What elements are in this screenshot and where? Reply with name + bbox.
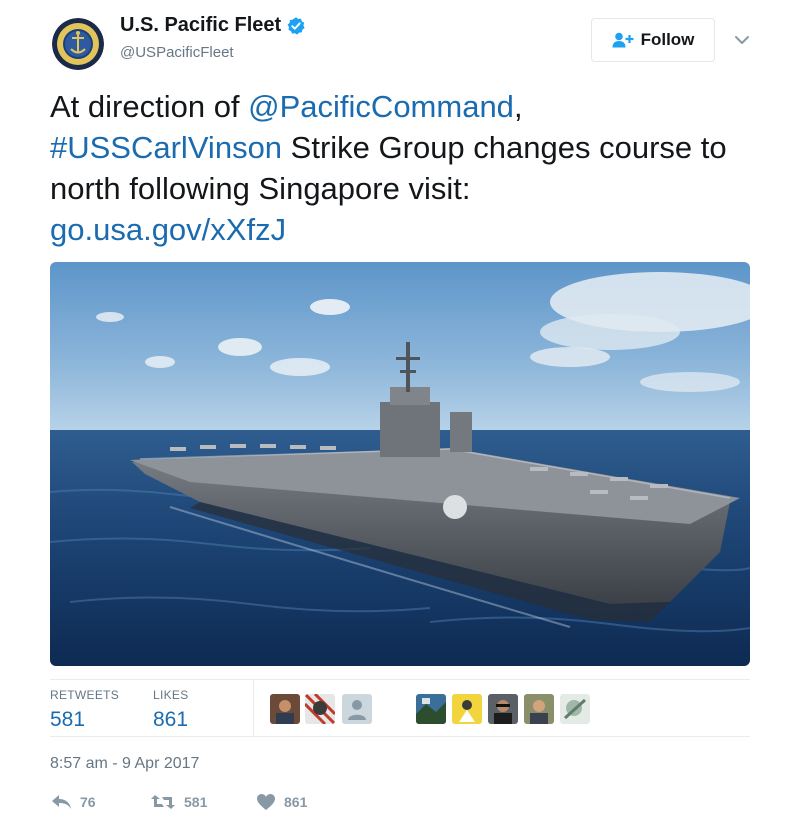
retweet-button[interactable]: 581 [150,793,207,811]
user-avatar-icon [524,694,554,724]
liker-avatar[interactable] [270,694,300,724]
user-avatar-icon [488,694,518,724]
account-handle[interactable]: @USPacificFleet [120,44,234,61]
user-avatar-icon [560,694,590,724]
tweet-text: At direction of @PacificCommand, #USSCarl… [50,86,750,250]
heart-icon [257,794,275,810]
tweet-photo[interactable] [50,262,750,666]
retweets-label: RETWEETS [50,688,120,702]
liker-avatar[interactable] [305,694,335,724]
liker-avatar[interactable] [524,694,554,724]
liker-avatar[interactable] [560,694,590,724]
tweet-actions: 76 581 861 [50,793,750,819]
tweet-text-comma: , [513,89,523,124]
navy-seal-icon [52,18,104,70]
likes-stat[interactable]: LIKES 861 [153,688,189,732]
reply-icon [52,795,71,809]
like-count: 861 [284,794,308,810]
follow-button[interactable]: Follow [591,18,715,62]
reply-button[interactable]: 76 [50,793,96,811]
mention-link[interactable]: @PacificCommand [248,89,514,124]
user-avatar-icon [416,694,446,724]
tweet-text-prefix: At direction of [50,89,249,124]
chevron-down-icon[interactable] [730,28,754,52]
user-avatar-icon [270,694,300,724]
like-button[interactable]: 861 [256,793,307,811]
liker-avatar[interactable] [416,694,446,724]
verified-badge-icon [287,16,305,35]
tweet-header: U.S. Pacific Fleet @USPacificFleet Follo… [50,10,750,70]
tweet-timestamp[interactable]: 8:57 am - 9 Apr 2017 [50,755,199,773]
retweet-count: 581 [184,794,208,810]
retweets-count: 581 [50,708,86,731]
follow-button-label: Follow [640,30,695,49]
aircraft-carrier-photo [50,262,750,666]
liker-avatar[interactable] [342,694,372,724]
stats-divider [253,680,254,737]
liker-avatar[interactable] [452,694,482,724]
account-avatar[interactable] [52,18,104,70]
url-link[interactable]: go.usa.gov/xXfzJ [50,212,286,247]
name-row: U.S. Pacific Fleet [120,14,306,37]
retweets-stat[interactable]: RETWEETS 581 [50,688,119,732]
hashtag-link[interactable]: #USSCarlVinson [50,130,282,165]
liker-avatar[interactable] [488,694,518,724]
reply-count: 76 [80,794,96,810]
likes-count: 861 [153,708,189,731]
user-avatar-icon [305,694,335,724]
follow-person-icon [612,32,634,48]
user-avatar-icon [452,694,482,724]
tweet-stats: RETWEETS 581 LIKES 861 [50,679,750,737]
display-name[interactable]: U.S. Pacific Fleet [120,14,281,37]
likes-label: LIKES [153,688,189,702]
retweet-icon [151,795,175,809]
default-avatar-icon [342,694,372,724]
